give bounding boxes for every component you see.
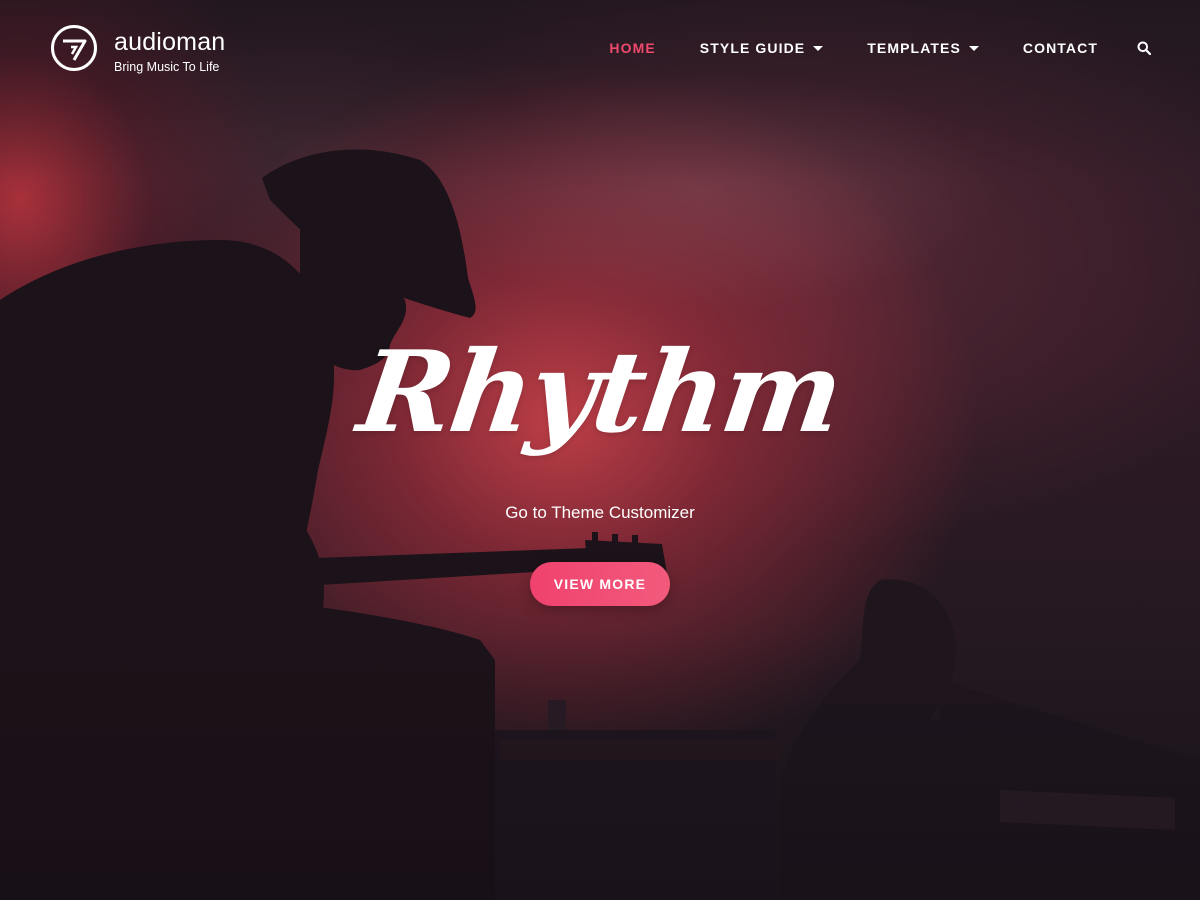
keyboardist-silhouette: [780, 579, 1200, 900]
view-more-button[interactable]: VIEW MORE: [530, 562, 670, 606]
nav-item-style-guide[interactable]: STYLE GUIDE: [699, 38, 824, 58]
hero-title: Rhythm: [351, 327, 849, 458]
hero-section: audioman Bring Music To Life HOME STYLE …: [0, 0, 1200, 900]
search-icon[interactable]: [1136, 40, 1152, 56]
stage-equipment: [495, 700, 780, 900]
nav-item-home[interactable]: HOME: [609, 38, 655, 58]
nav-item-contact[interactable]: CONTACT: [1023, 38, 1098, 58]
nav-item-label: STYLE GUIDE: [699, 40, 806, 56]
site-header: audioman Bring Music To Life HOME STYLE …: [0, 0, 1200, 96]
site-title[interactable]: audioman: [114, 27, 225, 57]
nav-item-label: TEMPLATES: [867, 40, 961, 56]
nav-item-templates[interactable]: TEMPLATES: [867, 38, 979, 58]
caret-down-icon: [968, 46, 979, 51]
nav-item-label: CONTACT: [1022, 40, 1098, 56]
caret-down-icon: [813, 46, 824, 51]
main-navigation: HOME STYLE GUIDE TEMPLATES CONTACT: [565, 38, 1152, 58]
nav-item-label: HOME: [609, 40, 656, 56]
circle-v-logo-icon[interactable]: [50, 24, 98, 77]
brand-text: audioman Bring Music To Life: [114, 27, 225, 75]
hero-subtitle: Go to Theme Customizer: [505, 503, 695, 522]
site-branding[interactable]: audioman Bring Music To Life: [50, 24, 225, 77]
site-tagline: Bring Music To Life: [114, 59, 220, 74]
